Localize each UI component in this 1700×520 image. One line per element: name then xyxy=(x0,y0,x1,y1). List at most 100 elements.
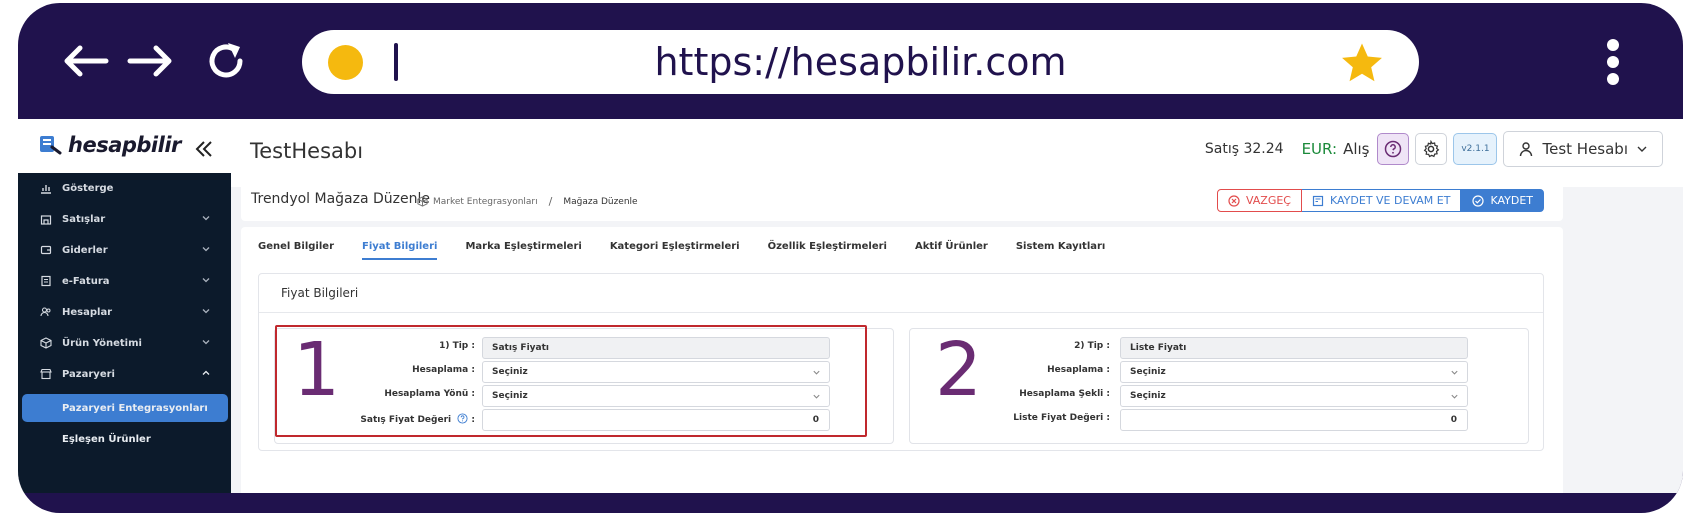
section-divider xyxy=(259,312,1543,313)
chart-icon xyxy=(41,185,51,194)
box-icon xyxy=(40,337,52,349)
tab-kategori-eslestirmeleri[interactable]: Kategori Eşleştirmeleri xyxy=(610,241,740,260)
page-title: Trendyol Mağaza Düzenle xyxy=(251,191,430,207)
app-viewport: hesapbilir TestHesabı Satış 32.24 EUR: A… xyxy=(18,119,1683,493)
breadcrumb-separator: / xyxy=(548,195,553,208)
hesaplama-sekli-select[interactable]: Seçiniz xyxy=(1120,385,1468,407)
page-header: Trendyol Mağaza Düzenle Market Entegrasy… xyxy=(241,181,1563,221)
action-buttons: VAZGEÇ KAYDET VE DEVAM ET KAYDET xyxy=(1216,189,1544,212)
chevron-up-icon xyxy=(202,370,210,375)
form-row-tip-2: 2) Tip : Liste Fiyatı xyxy=(910,337,1528,359)
save-button[interactable]: KAYDET xyxy=(1461,189,1544,212)
sidebar-item-gosterge[interactable]: Gösterge xyxy=(18,173,231,203)
back-button[interactable] xyxy=(58,33,114,89)
chevron-down-icon xyxy=(202,340,210,345)
sell-rate: Satış 32.24 xyxy=(1204,141,1284,157)
version-badge: v2.1.1 xyxy=(1453,133,1498,165)
sidebar-item-label: Satışlar xyxy=(62,213,106,225)
input-value: 0 xyxy=(1450,415,1457,425)
tab-marka-eslestirmeleri[interactable]: Marka Eşleştirmeleri xyxy=(465,241,581,260)
marketplace-icon xyxy=(40,368,52,380)
sidebar: Gösterge Satışlar Giderler e-Fatura Hesa… xyxy=(18,173,231,493)
help-button[interactable] xyxy=(1377,133,1410,165)
price-panel-2: 2 2) Tip : Liste Fiyatı Hesaplama : Seçi… xyxy=(909,328,1529,444)
price-info-section: Fiyat Bilgileri 1 1) Tip : Satış Fiyatı … xyxy=(258,273,1544,451)
user-name: Test Hesabı xyxy=(1542,140,1628,158)
sidebar-item-hesaplar[interactable]: Hesaplar xyxy=(18,297,231,327)
logo-icon xyxy=(40,136,62,155)
sidebar-item-urun-yonetimi[interactable]: Ürün Yönetimi xyxy=(18,328,231,358)
save-button-label: KAYDET xyxy=(1490,194,1533,207)
users-icon xyxy=(40,307,51,317)
wallet-icon xyxy=(40,245,52,255)
arrow-right-icon xyxy=(127,45,172,77)
sidebar-item-pazaryeri[interactable]: Pazaryeri xyxy=(18,359,231,389)
currency-label: EUR: xyxy=(1301,140,1338,158)
cancel-button-label: VAZGEÇ xyxy=(1245,194,1291,207)
bookmark-star-icon[interactable] xyxy=(1339,40,1385,86)
breadcrumb-link[interactable]: Market Entegrasyonları xyxy=(433,197,538,207)
sidebar-item-label: Giderler xyxy=(62,244,108,256)
topbar-actions: Satış 32.24 EUR: Alış v2.1.1 Test Hesabı xyxy=(1205,131,1663,167)
sidebar-subitem-eslesen-urunler[interactable]: Eşleşen Ürünler xyxy=(22,425,228,453)
question-icon xyxy=(1385,140,1402,158)
hesaplama-2-select[interactable]: Seçiniz xyxy=(1120,361,1468,383)
settings-button[interactable] xyxy=(1415,133,1448,165)
chevron-down-icon xyxy=(202,309,210,314)
close-circle-icon xyxy=(1228,194,1240,207)
box-icon xyxy=(417,196,428,207)
address-bar[interactable]: https://hesapbilir.com xyxy=(302,30,1419,94)
save-and-continue-label: KAYDET VE DEVAM ET xyxy=(1329,194,1451,207)
cancel-button[interactable]: VAZGEÇ xyxy=(1216,189,1302,212)
select-value: Seçiniz xyxy=(1130,391,1166,401)
logo[interactable]: hesapbilir xyxy=(38,133,181,157)
tab-genel-bilgiler[interactable]: Genel Bilgiler xyxy=(258,241,334,260)
field-label: Hesaplama Şekli : xyxy=(1019,389,1110,399)
more-options-icon[interactable] xyxy=(1606,39,1620,85)
collapse-sidebar-button[interactable] xyxy=(194,137,214,165)
user-menu-button[interactable]: Test Hesabı xyxy=(1503,131,1663,167)
sidebar-item-label: e-Fatura xyxy=(62,275,110,287)
reload-button[interactable] xyxy=(198,33,254,89)
double-chevron-left-icon xyxy=(195,141,212,157)
tab-ozellik-eslestirmeleri[interactable]: Özellik Eşleştirmeleri xyxy=(768,241,887,260)
chevron-down-icon xyxy=(1451,394,1458,399)
breadcrumb: Market Entegrasyonları / Mağaza Düzenle xyxy=(417,195,638,208)
tip-2-field: Liste Fiyatı xyxy=(1120,337,1468,359)
form-row-liste-fiyat-degeri: Liste Fiyat Değeri : 0 xyxy=(910,409,1528,431)
sidebar-item-label: Pazaryeri xyxy=(62,368,115,380)
form-row-hesaplama-sekli: Hesaplama Şekli : Seçiniz xyxy=(910,385,1528,407)
sidebar-item-giderler[interactable]: Giderler xyxy=(18,235,231,265)
browser-toolbar: https://hesapbilir.com xyxy=(18,3,1683,119)
url-text[interactable]: https://hesapbilir.com xyxy=(302,30,1419,94)
sidebar-item-e-fatura[interactable]: e-Fatura xyxy=(18,266,231,296)
check-circle-icon xyxy=(1472,194,1485,207)
app-topbar: hesapbilir TestHesabı Satış 32.24 EUR: A… xyxy=(18,119,1683,187)
sidebar-subitem-pazaryeri-entegrasyonlari[interactable]: Pazaryeri Entegrasyonları xyxy=(22,394,228,422)
sidebar-item-satislar[interactable]: Satışlar xyxy=(18,204,231,234)
chevron-down-icon xyxy=(1637,146,1647,152)
tab-aktif-urunler[interactable]: Aktif Ürünler xyxy=(915,241,988,260)
invoice-icon xyxy=(41,275,51,287)
field-label: Hesaplama : xyxy=(1047,365,1110,375)
chevron-down-icon xyxy=(202,247,210,252)
save-and-continue-button[interactable]: KAYDET VE DEVAM ET xyxy=(1301,189,1462,212)
forward-button[interactable] xyxy=(122,33,178,89)
app-title: TestHesabı xyxy=(250,139,364,163)
sidebar-item-label: Ürün Yönetimi xyxy=(62,337,142,349)
tab-sistem-kayitlari[interactable]: Sistem Kayıtları xyxy=(1016,241,1106,260)
breadcrumb-current: Mağaza Düzenle xyxy=(563,196,638,207)
select-value: Seçiniz xyxy=(1130,367,1166,377)
logo-text: hesapbilir xyxy=(68,133,181,157)
highlight-outline xyxy=(275,325,867,437)
browser-frame: https://hesapbilir.com hesapbilir TestHe… xyxy=(18,3,1683,513)
tab-fiyat-bilgileri[interactable]: Fiyat Bilgileri xyxy=(362,241,438,260)
user-icon xyxy=(1520,142,1533,157)
liste-fiyat-degeri-input[interactable]: 0 xyxy=(1120,409,1468,431)
sidebar-item-label: Gösterge xyxy=(62,182,114,194)
reload-icon xyxy=(209,43,243,78)
chevron-down-icon xyxy=(202,278,210,283)
arrow-left-icon xyxy=(64,45,109,77)
field-label: 2) Tip : xyxy=(1074,341,1110,351)
sidebar-item-label: Hesaplar xyxy=(62,306,113,318)
